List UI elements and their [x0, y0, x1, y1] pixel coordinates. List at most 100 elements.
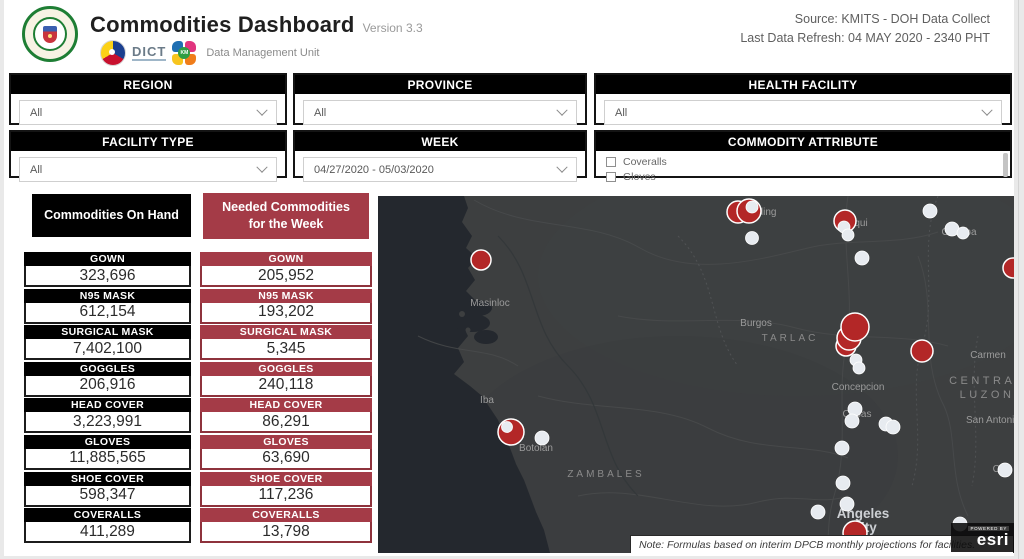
region-dropdown-value: All — [30, 107, 42, 119]
commodity-card-header: GLOVES — [24, 435, 191, 449]
commodity-card-value: 7,402,100 — [24, 339, 191, 360]
data-management-unit-label: Data Management Unit — [206, 47, 319, 59]
map-bubble-white[interactable] — [835, 441, 849, 455]
checkbox-icon[interactable] — [606, 172, 616, 182]
map-bubble-white[interactable] — [845, 414, 859, 428]
commodity-card-surgical-mask: SURGICAL MASK 7,402,100 — [24, 325, 191, 360]
attribute-option-label: Gloves — [623, 171, 656, 183]
map-bubble-white[interactable] — [886, 420, 900, 434]
commodity-card-header: GOWN — [24, 252, 191, 266]
map-bubble-red[interactable] — [471, 250, 491, 270]
province-dropdown[interactable]: All — [303, 100, 577, 125]
attribute-option-coveralls[interactable]: Coveralls — [606, 155, 1000, 169]
map-bubble-white[interactable] — [998, 463, 1012, 477]
map-islet — [466, 328, 471, 333]
map-canvas: Masinloc Camiling Paniqui Guimba Burgos … — [378, 196, 1014, 553]
map-bubble-white[interactable] — [957, 227, 969, 239]
commodity-card-surgical-mask: SURGICAL MASK 5,345 — [200, 325, 372, 360]
week-dropdown[interactable]: 04/27/2020 - 05/03/2020 — [303, 157, 577, 182]
commodity-card-coveralls: COVERALLS 13,798 — [200, 508, 372, 543]
commodity-card-header: GOWN — [200, 252, 372, 266]
commodity-card-header: SHOE COVER — [24, 472, 191, 486]
map-label-carmen: Carmen — [970, 350, 1006, 361]
map-label-botolan: Botolan — [519, 443, 553, 454]
map-label-luzon: LUZON — [960, 389, 1014, 401]
chevron-down-icon — [256, 104, 267, 115]
needed-column-title: Needed Commodities for the Week — [203, 193, 369, 239]
health-facility-filter-header: HEALTH FACILITY — [596, 75, 1010, 94]
map-bubble-white[interactable] — [746, 201, 758, 213]
commodity-card-goggles: GOGGLES 240,118 — [200, 362, 372, 397]
attribute-option-gloves[interactable]: Gloves — [606, 170, 1000, 184]
facility-type-filter-header: FACILITY TYPE — [11, 132, 285, 151]
facility-type-dropdown[interactable]: All — [19, 157, 277, 182]
province-filter: PROVINCE All — [293, 73, 587, 125]
commodity-card-value: 612,154 — [24, 303, 191, 324]
region-filter: REGION All — [9, 73, 287, 125]
map-bubble-white[interactable] — [923, 204, 937, 218]
map-bubble-white[interactable] — [535, 431, 549, 445]
map-bubble-white[interactable] — [855, 251, 869, 265]
map-bubble-white[interactable] — [840, 497, 854, 511]
region-dropdown[interactable]: All — [19, 100, 277, 125]
commodity-card-n95-mask: N95 MASK 193,202 — [200, 289, 372, 324]
commodity-attribute-filter-header: COMMODITY ATTRIBUTE — [596, 132, 1010, 151]
commodity-card-header: HEAD COVER — [24, 398, 191, 412]
commodity-card-header: SURGICAL MASK — [200, 325, 372, 339]
on-hand-card-column: GOWN 323,696 N95 MASK 612,154 SURGICAL M… — [24, 252, 191, 543]
map-bubble-white[interactable] — [746, 232, 759, 245]
page-scroll-rail[interactable] — [1018, 0, 1019, 559]
version-label: Version 3.3 — [363, 21, 423, 35]
commodity-card-value: 193,202 — [200, 303, 372, 324]
map-label-tarlac-province: TARLAC — [762, 333, 819, 344]
map-label-san-antonio: San Antonio — [966, 415, 1014, 426]
week-filter: WEEK 04/27/2020 - 05/03/2020 — [293, 130, 587, 178]
map-bubble-white[interactable] — [811, 505, 825, 519]
map-label-iba: Iba — [480, 395, 494, 406]
commodity-card-value: 63,690 — [200, 449, 372, 470]
commodity-card-gown: GOWN 205,952 — [200, 252, 372, 287]
map-bubble-white[interactable] — [836, 476, 850, 490]
map-bubble-white[interactable] — [853, 362, 865, 374]
province-dropdown-value: All — [314, 107, 326, 119]
scrollbar-thumb[interactable] — [1003, 153, 1008, 177]
health-facility-filter: HEALTH FACILITY All — [594, 73, 1012, 125]
doh-seal-logo — [22, 6, 78, 62]
doh-seal-inner-ring — [33, 17, 67, 51]
map-bubble-white[interactable] — [842, 229, 854, 241]
commodity-card-header: GLOVES — [200, 435, 372, 449]
map-label-zambales: ZAMBALES — [567, 469, 644, 480]
attribute-option-label: Coveralls — [623, 156, 667, 168]
commodity-card-header: N95 MASK — [24, 289, 191, 303]
health-facility-dropdown-value: All — [615, 107, 627, 119]
philippines-pinwheel-logo — [100, 40, 126, 66]
commodity-card-value: 3,223,991 — [24, 412, 191, 433]
commodity-card-header: HEAD COVER — [200, 398, 372, 412]
commodity-card-gloves: GLOVES 63,690 — [200, 435, 372, 470]
commodity-card-value: 411,289 — [24, 522, 191, 543]
facilities-map[interactable]: Masinloc Camiling Paniqui Guimba Burgos … — [378, 196, 1014, 553]
commodity-attribute-filter: COMMODITY ATTRIBUTE Coveralls Gloves — [594, 130, 1012, 178]
facility-type-filter: FACILITY TYPE All — [9, 130, 287, 178]
chevron-down-icon — [256, 161, 267, 172]
last-refresh-text: Last Data Refresh: 04 MAY 2020 - 2340 PH… — [740, 29, 990, 48]
commodity-card-header: SHOE COVER — [200, 472, 372, 486]
commodity-card-header: COVERALLS — [200, 508, 372, 522]
health-facility-dropdown[interactable]: All — [604, 100, 1002, 125]
map-bubble-red[interactable] — [911, 340, 933, 362]
map-bubble-white[interactable] — [502, 422, 513, 433]
commodity-card-value: 117,236 — [200, 486, 372, 507]
commodity-card-header: COVERALLS — [24, 508, 191, 522]
commodity-card-value: 205,952 — [200, 266, 372, 287]
commodity-card-goggles: GOGGLES 206,916 — [24, 362, 191, 397]
region-filter-header: REGION — [11, 75, 285, 94]
map-bubble-red[interactable] — [841, 313, 869, 341]
checkbox-icon[interactable] — [606, 157, 616, 167]
commodity-card-value: 323,696 — [24, 266, 191, 287]
header: Commodities DashboardVersion 3.3 DICT KM… — [4, 0, 1014, 68]
commodity-card-value: 11,885,565 — [24, 449, 191, 470]
map-label-central: CENTRAL — [949, 375, 1014, 387]
map-bay — [474, 330, 498, 344]
commodity-card-value: 206,916 — [24, 376, 191, 397]
commodity-card-coveralls: COVERALLS 411,289 — [24, 508, 191, 543]
